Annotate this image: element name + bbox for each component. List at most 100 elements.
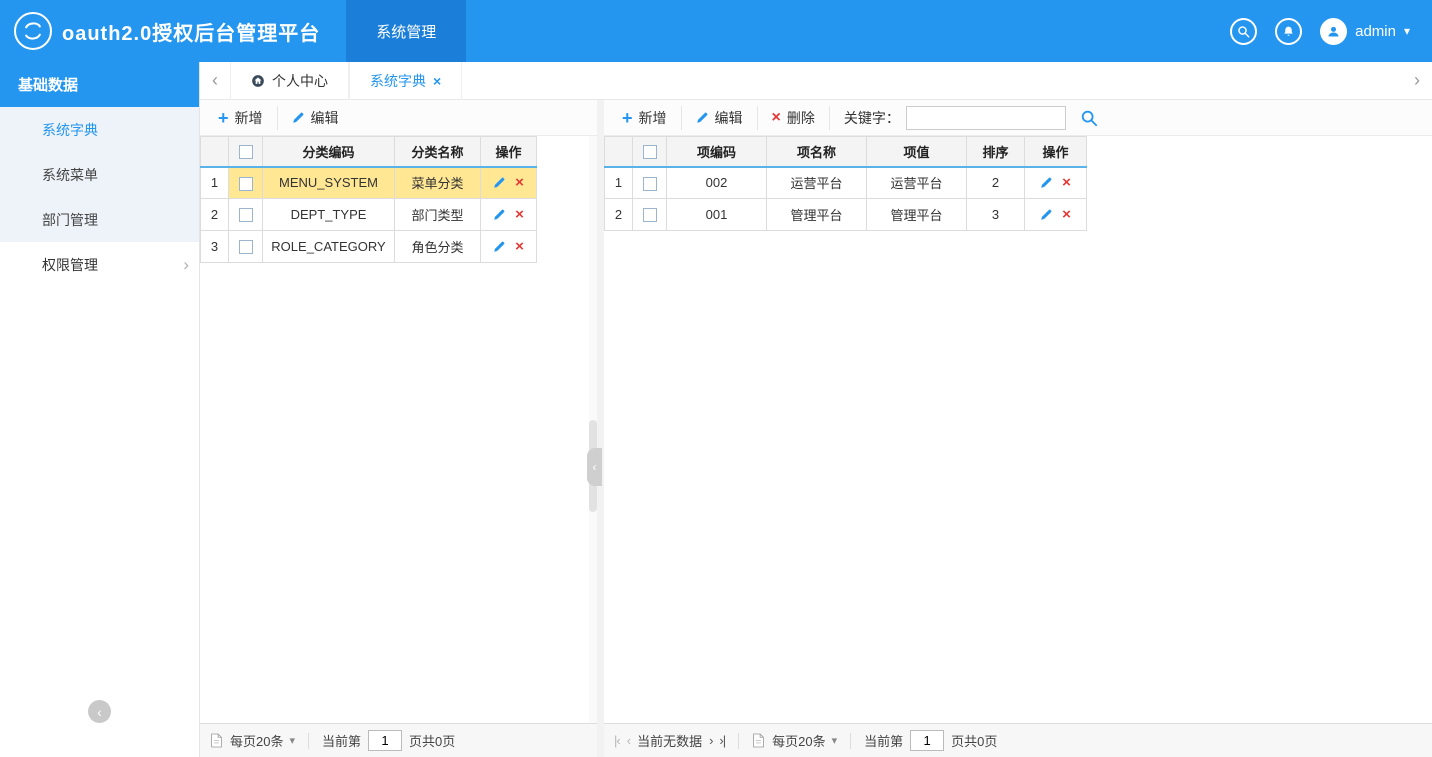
avatar: [1320, 17, 1348, 45]
page-size-select[interactable]: 每页20条 ▾: [230, 731, 295, 750]
first-page-icon[interactable]: |‹: [614, 733, 621, 748]
page-size-label: 每页20条: [230, 734, 284, 749]
edit-item-label: 编辑: [714, 109, 743, 126]
table-row[interactable]: 2 001 管理平台 管理平台 3 ×: [604, 198, 1087, 231]
category-code-cell: DEPT_TYPE: [262, 198, 395, 231]
keyword-input[interactable]: [905, 105, 1066, 130]
col-item-code[interactable]: 项编码: [666, 136, 767, 168]
delete-row-icon[interactable]: ×: [515, 175, 524, 190]
page-number-input[interactable]: [368, 730, 403, 751]
vertical-scrollbar: [589, 136, 597, 723]
category-code-cell: MENU_SYSTEM: [262, 166, 395, 199]
col-category-ops[interactable]: 操作: [480, 136, 537, 168]
select-all-checkbox[interactable]: [642, 145, 657, 160]
top-header: oauth2.0授权后台管理平台 系统管理 admin ▾: [0, 0, 1432, 62]
table-row[interactable]: 1 002 运营平台 运营平台 2 ×: [604, 166, 1087, 199]
page-size-select[interactable]: 每页20条 ▾: [772, 731, 837, 750]
plus-icon: +: [218, 107, 229, 128]
nav-tab-system-management[interactable]: 系统管理: [346, 0, 467, 62]
category-name-cell: 部门类型: [394, 198, 481, 231]
col-item-value[interactable]: 项值: [866, 136, 967, 168]
row-checkbox[interactable]: [642, 176, 657, 191]
edit-item-button[interactable]: 编辑: [682, 105, 758, 130]
tabs-scroll-right-icon[interactable]: ›: [1402, 70, 1432, 91]
bell-icon[interactable]: [1275, 17, 1303, 45]
table-row[interactable]: 3 ROLE_CATEGORY 角色分类 ×: [200, 230, 537, 263]
item-table-header-row: 项编码 项名称 项值 排序 操作: [604, 136, 1087, 168]
table-row[interactable]: 2 DEPT_TYPE 部门类型 ×: [200, 198, 537, 231]
current-page-label: 当前第: [322, 734, 362, 749]
delete-row-icon[interactable]: ×: [515, 207, 524, 222]
sidebar-item-dept-management[interactable]: 部门管理: [0, 197, 199, 242]
pencil-icon[interactable]: [1040, 208, 1053, 221]
last-page-icon[interactable]: ›|: [719, 733, 726, 748]
select-all-checkbox[interactable]: [238, 145, 253, 160]
right-toolbar: + 新增 编辑 × 删除 关键字：: [604, 100, 1432, 136]
page-number-input[interactable]: [910, 730, 945, 751]
item-sort-cell: 3: [966, 198, 1025, 231]
tab-bar: ‹ 个人中心 系统字典 × ›: [200, 62, 1432, 100]
search-icon[interactable]: [1080, 109, 1098, 127]
prev-page-icon[interactable]: ‹: [627, 733, 631, 748]
delete-item-label: 删除: [786, 109, 815, 126]
sidebar-submenu: 系统字典 系统菜单 部门管理: [0, 107, 199, 242]
username: admin: [1355, 22, 1396, 40]
sidebar-group-permission[interactable]: 权限管理 ›: [0, 242, 199, 287]
row-checkbox[interactable]: [238, 176, 253, 191]
delete-row-icon[interactable]: ×: [1062, 175, 1071, 190]
search-icon[interactable]: [1230, 17, 1258, 45]
sidebar-group-basic-data[interactable]: 基础数据: [0, 62, 199, 107]
chevron-down-icon: ▾: [831, 735, 838, 747]
tab-system-dict[interactable]: 系统字典 ×: [349, 62, 463, 100]
sidebar-item-system-menu[interactable]: 系统菜单: [0, 152, 199, 197]
col-item-sort[interactable]: 排序: [966, 136, 1025, 168]
item-value-cell: 运营平台: [866, 166, 967, 199]
tabs-scroll-left-icon[interactable]: ‹: [200, 70, 230, 91]
pager-status-text: 当前无数据: [637, 734, 703, 749]
next-page-icon[interactable]: ›: [709, 733, 713, 748]
item-table: 项编码 项名称 项值 排序 操作 1 002 运营平台 运营平台 2 × 2 0…: [604, 136, 1087, 231]
category-table: 分类编码 分类名称 操作 1 MENU_SYSTEM 菜单分类 × 2 DEPT…: [200, 136, 537, 263]
category-name-cell: 角色分类: [394, 230, 481, 263]
plus-icon: +: [622, 107, 633, 128]
pencil-icon[interactable]: [493, 240, 506, 253]
add-category-label: 新增: [234, 109, 263, 126]
edit-category-button[interactable]: 编辑: [278, 106, 353, 130]
table-row[interactable]: 1 MENU_SYSTEM 菜单分类 ×: [200, 166, 537, 199]
pencil-icon[interactable]: [493, 176, 506, 189]
delete-item-button[interactable]: × 删除: [758, 105, 830, 130]
row-checkbox[interactable]: [238, 240, 253, 255]
col-category-name[interactable]: 分类名称: [394, 136, 481, 168]
pencil-icon[interactable]: [493, 208, 506, 221]
row-checkbox[interactable]: [238, 208, 253, 223]
pencil-icon[interactable]: [1040, 176, 1053, 189]
panel-splitter[interactable]: ‹: [587, 100, 604, 757]
user-menu[interactable]: admin ▾: [1320, 17, 1410, 45]
col-category-code[interactable]: 分类编码: [262, 136, 395, 168]
logo-icon: [14, 12, 52, 50]
row-index: 1: [200, 166, 229, 199]
total-pages-label: 页共0页: [409, 734, 456, 749]
delete-row-icon[interactable]: ×: [1062, 207, 1071, 222]
total-pages-label: 页共0页: [951, 734, 998, 749]
sidebar-item-system-dict[interactable]: 系统字典: [0, 107, 199, 152]
sidebar-collapse-button[interactable]: ‹: [88, 700, 111, 723]
add-item-label: 新增: [638, 109, 667, 126]
row-index: 1: [604, 166, 633, 199]
tab-personal-center[interactable]: 个人中心: [230, 62, 349, 100]
row-checkbox[interactable]: [642, 208, 657, 223]
splitter-handle-icon[interactable]: ‹: [587, 448, 602, 486]
add-category-button[interactable]: + 新增: [204, 105, 278, 130]
left-pager: 每页20条 ▾ 当前第 页共0页: [200, 723, 597, 757]
edit-category-label: 编辑: [310, 109, 339, 126]
category-name-cell: 菜单分类: [394, 166, 481, 199]
add-item-button[interactable]: + 新增: [608, 105, 682, 130]
col-item-name[interactable]: 项名称: [766, 136, 867, 168]
delete-row-icon[interactable]: ×: [515, 239, 524, 254]
sidebar-group-permission-label: 权限管理: [42, 256, 98, 273]
row-index: 2: [604, 198, 633, 231]
close-icon[interactable]: ×: [433, 73, 441, 89]
item-code-cell: 002: [666, 166, 767, 199]
col-item-ops[interactable]: 操作: [1024, 136, 1087, 168]
dict-item-panel: + 新增 编辑 × 删除 关键字： 项编码 项名称 项值 排序 操作 1 002…: [604, 100, 1432, 757]
